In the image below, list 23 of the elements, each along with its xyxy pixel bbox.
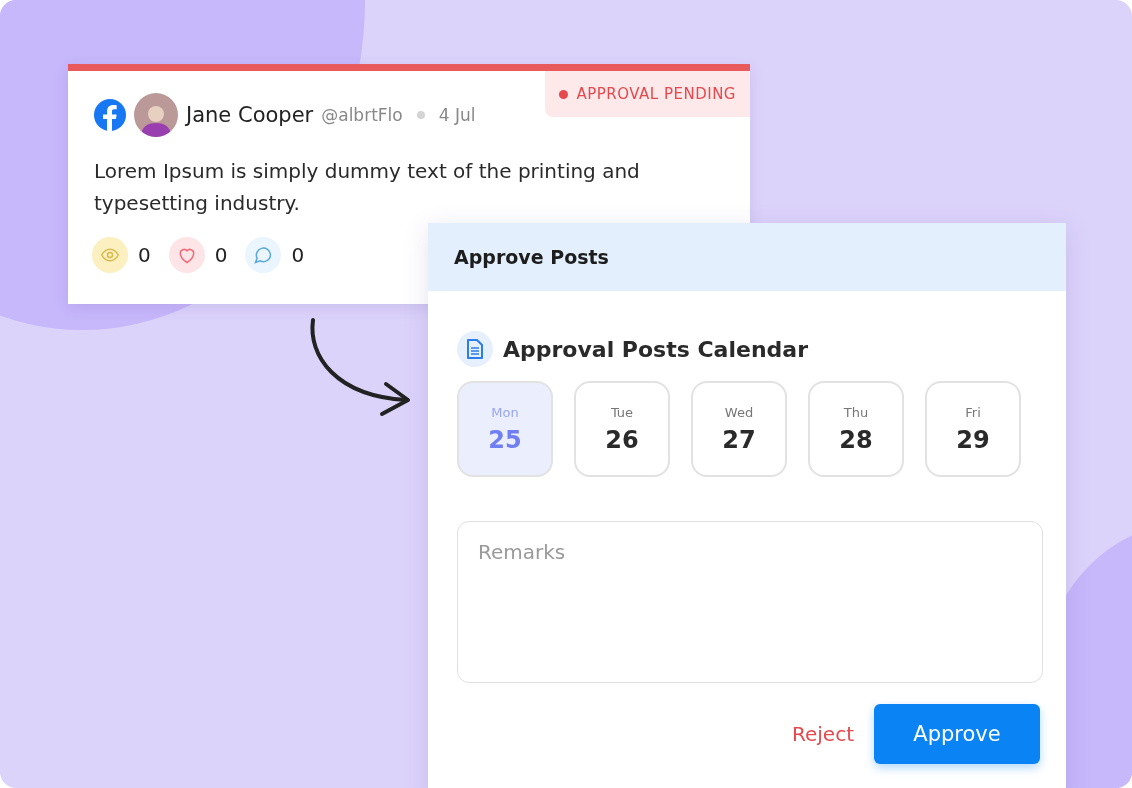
eye-icon (100, 245, 120, 265)
day-option[interactable]: Fri 29 (925, 381, 1021, 477)
stat-count: 0 (291, 243, 305, 267)
speech-bubble-icon (253, 245, 274, 265)
reject-button[interactable]: Reject (792, 714, 854, 754)
day-option[interactable]: Wed 27 (691, 381, 787, 477)
author-name: Jane Cooper (186, 103, 314, 127)
panel-title: Approve Posts (454, 246, 609, 268)
post-date: 4 Jul (438, 105, 476, 125)
day-option[interactable]: Thu 28 (808, 381, 904, 477)
calendar-title: Approval Posts Calendar (503, 336, 809, 362)
document-icon (457, 331, 493, 367)
day-option[interactable]: Tue 26 (574, 381, 670, 477)
post-text: Lorem Ipsum is simply dummy text of the printing and typesetting industry. (94, 158, 641, 217)
approve-button[interactable]: Approve (874, 704, 1040, 764)
author-handle: @albrtFlo (321, 105, 403, 125)
facebook-logo-icon (94, 99, 126, 131)
status-badge: APPROVAL PENDING (545, 71, 750, 117)
stat-count: 0 (138, 243, 151, 267)
remarks-field[interactable]: Remarks (457, 521, 1043, 683)
avatar (134, 93, 178, 137)
stat-count: 0 (214, 243, 228, 267)
separator-dot (416, 111, 425, 119)
